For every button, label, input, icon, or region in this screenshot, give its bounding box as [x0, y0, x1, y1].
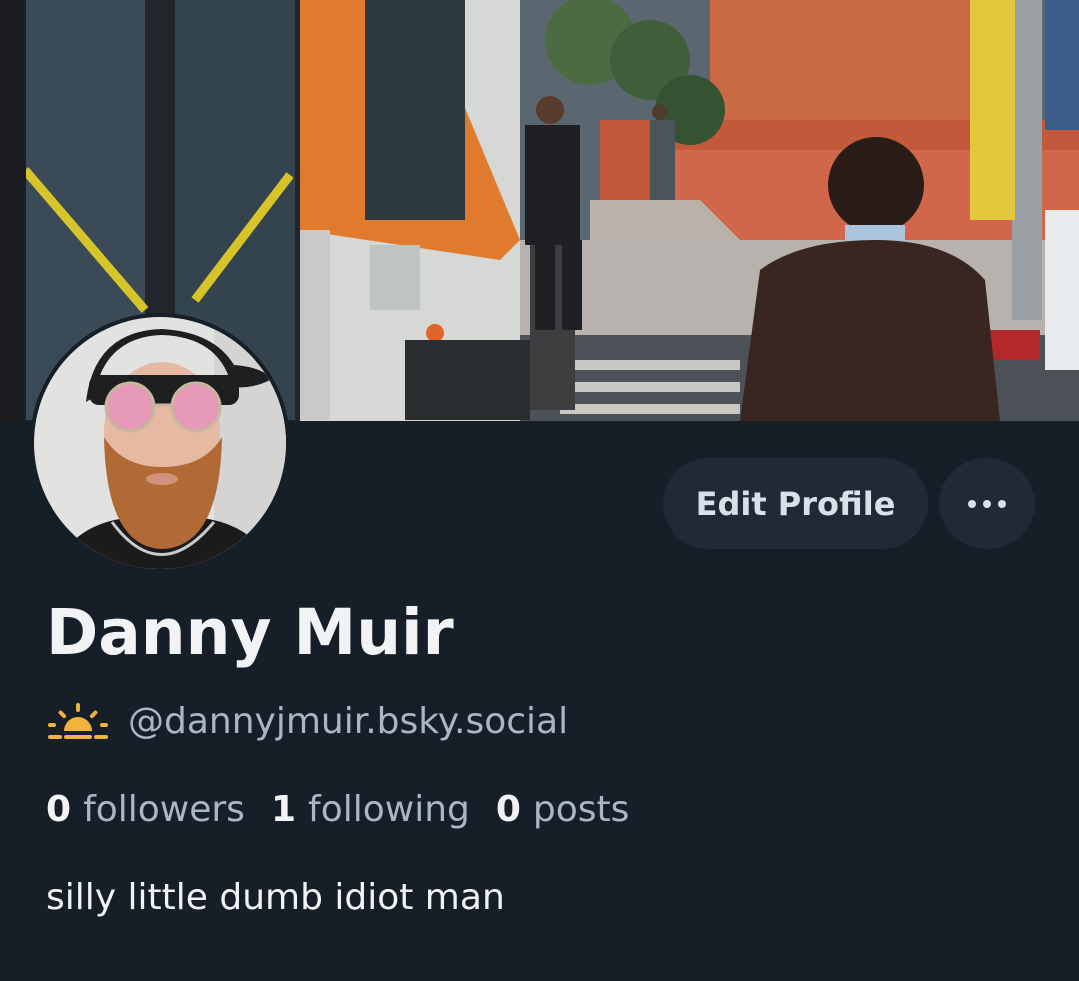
followers-label: followers	[83, 788, 245, 830]
user-avatar-photo	[34, 317, 286, 569]
following-label: following	[308, 788, 470, 830]
following-count: 1	[270, 788, 297, 830]
profile-bio: silly little dumb idiot man	[46, 877, 505, 918]
posts-stat: 0 posts	[496, 789, 630, 830]
followers-stat[interactable]: 0 followers	[46, 789, 245, 830]
profile-page: Edit Profile Danny Muir @dannyjmuir.bsky…	[0, 0, 1079, 981]
user-handle[interactable]: @dannyjmuir.bsky.social	[128, 701, 568, 742]
posts-label: posts	[532, 788, 630, 830]
more-options-icon	[968, 499, 1006, 508]
sunrise-icon	[48, 703, 108, 739]
display-name: Danny Muir	[46, 596, 454, 669]
followers-count: 0	[46, 788, 72, 830]
profile-stats: 0 followers 1 following 0 posts	[46, 784, 655, 834]
following-stat[interactable]: 1 following	[271, 789, 470, 830]
avatar[interactable]	[30, 313, 290, 573]
more-options-button[interactable]	[939, 458, 1035, 549]
edit-profile-button[interactable]: Edit Profile	[663, 458, 928, 549]
posts-count: 0	[495, 788, 521, 830]
handle-row: @dannyjmuir.bsky.social	[46, 696, 568, 746]
